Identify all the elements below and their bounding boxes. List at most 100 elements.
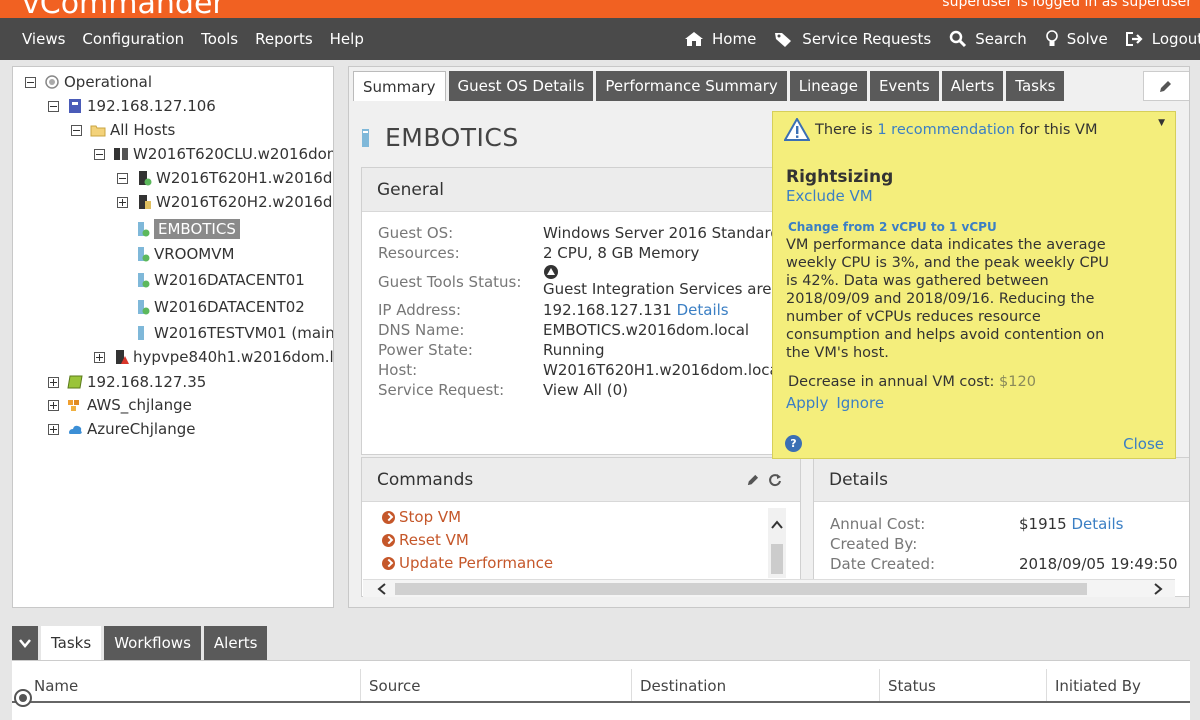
nav-search[interactable]: Search	[949, 30, 1027, 48]
collapse-toggle[interactable]	[117, 172, 128, 184]
tab-summary[interactable]: Summary	[353, 71, 446, 101]
host-warning-icon	[113, 349, 129, 365]
tree-node-host-h1[interactable]: W2016T620H1.w2016dom.local	[117, 166, 333, 190]
vm-icon	[134, 325, 150, 341]
column-header-status[interactable]: Status	[879, 669, 1046, 703]
nav-home[interactable]: Home	[684, 30, 756, 48]
close-link[interactable]: Close	[1123, 435, 1164, 453]
tab-tasks[interactable]: Tasks	[1006, 71, 1065, 101]
collapse-toggle[interactable]	[25, 76, 36, 88]
page-title: EMBOTICS	[361, 123, 519, 152]
tree-node-host-hypvpe[interactable]: hypvpe840h1.w2016dom.local	[94, 345, 333, 369]
ignore-link[interactable]: Ignore	[836, 394, 884, 412]
tab-bottom-tasks[interactable]: Tasks	[41, 626, 102, 660]
tab-guest-os-details[interactable]: Guest OS Details	[448, 71, 594, 101]
arrow-circle-icon	[382, 533, 395, 547]
service-request-link[interactable]: View All (0)	[543, 381, 628, 399]
commands-scrollbar[interactable]	[768, 508, 786, 578]
nav-configuration[interactable]: Configuration	[82, 30, 184, 48]
tree-node-vcenter[interactable]: 192.168.127.106	[48, 94, 216, 118]
expand-toggle[interactable]	[48, 423, 59, 435]
reset-vm-command[interactable]: Reset VM	[382, 531, 469, 549]
cost-decrease-value: $120	[999, 374, 1036, 390]
nav-solve[interactable]: Solve	[1045, 30, 1108, 48]
vm-icon	[134, 299, 150, 315]
commands-section: Commands Stop VM Reset VM Update Perform…	[361, 457, 801, 597]
collapse-panel-button[interactable]	[12, 626, 38, 660]
dns-name-value: EMBOTICS.w2016dom.local	[543, 321, 750, 339]
arrow-circle-icon	[382, 510, 395, 524]
column-header-source[interactable]: Source	[360, 669, 631, 703]
column-header-destination[interactable]: Destination	[631, 669, 879, 703]
annual-cost-value: $1915	[1019, 515, 1067, 533]
tab-alerts[interactable]: Alerts	[941, 71, 1004, 101]
nav-service-requests[interactable]: Service Requests	[774, 30, 931, 48]
user-status: superuser is logged in as superuser	[942, 0, 1192, 10]
details-section: Details Annual Cost: $1915 Details Creat…	[813, 457, 1189, 597]
nav-reports[interactable]: Reports	[255, 30, 313, 48]
update-performance-command[interactable]: Update Performance	[382, 554, 553, 572]
recommendation-title: Rightsizing	[786, 167, 894, 187]
section-title: Details	[814, 458, 1189, 502]
nav-logout[interactable]: Logout	[1125, 30, 1200, 48]
tree-node-cluster[interactable]: W2016T620CLU.w2016dom.local	[94, 142, 333, 166]
logout-icon	[1125, 32, 1143, 46]
tree-node-vm-vroomvm[interactable]: VROOMVM	[134, 242, 234, 266]
tab-events[interactable]: Events	[869, 71, 939, 101]
app-logo: vCommander	[22, 0, 225, 18]
tab-bottom-alerts[interactable]: Alerts	[203, 626, 268, 660]
cost-details-link[interactable]: Details	[1072, 515, 1124, 533]
chevron-up-icon	[771, 520, 783, 529]
recommendation-summary: There is 1 recommendation for this VM	[815, 122, 1098, 138]
tree-node-vm-datacent02[interactable]: W2016DATACENT02	[134, 295, 305, 319]
tree-node-aws[interactable]: AWS_chjlange	[48, 393, 192, 417]
general-section: General Guest OS: Windows Server 2016 St…	[361, 167, 834, 455]
tree-node-vm-embotics[interactable]: EMBOTICS	[134, 217, 240, 241]
help-icon[interactable]: ?	[785, 435, 802, 452]
expand-toggle[interactable]	[94, 351, 105, 363]
pencil-icon[interactable]	[746, 474, 759, 487]
cluster-icon	[113, 146, 129, 162]
tree-node-azure[interactable]: AzureChjlange	[48, 417, 195, 441]
recommendation-count-link[interactable]: 1 recommendation	[877, 122, 1014, 138]
collapse-toggle[interactable]	[48, 100, 59, 112]
folder-icon	[90, 122, 106, 138]
column-header-initiated-by[interactable]: Initiated By	[1046, 669, 1190, 703]
horizontal-scrollbar[interactable]	[363, 579, 1175, 597]
tree-node-host-h2[interactable]: W2016T620H2.w2016dom.local	[117, 190, 333, 214]
brand-bar: vCommander superuser is logged in as sup…	[0, 0, 1200, 18]
tree-node-scvmm[interactable]: 192.168.127.35	[48, 370, 206, 394]
expand-toggle[interactable]	[48, 376, 59, 388]
home-icon	[685, 32, 703, 46]
tab-bottom-workflows[interactable]: Workflows	[104, 626, 201, 660]
nav-views[interactable]: Views	[22, 30, 65, 48]
scrollbar-thumb[interactable]	[395, 583, 1087, 595]
customize-tab-button[interactable]	[1143, 71, 1189, 101]
column-header-name[interactable]: Name	[26, 669, 360, 703]
tree-node-operational[interactable]: Operational	[25, 70, 152, 94]
tree-node-vm-datacent01[interactable]: W2016DATACENT01	[134, 268, 305, 292]
exclude-vm-link[interactable]: Exclude VM	[786, 187, 873, 205]
refresh-icon[interactable]	[768, 473, 782, 487]
nav-tools[interactable]: Tools	[201, 30, 238, 48]
ip-details-link[interactable]: Details	[677, 301, 729, 319]
tree-node-vm-testvm01[interactable]: W2016TESTVM01 (maintenance)	[134, 321, 333, 345]
tasks-table: Name Source Destination Status Initiated…	[12, 660, 1190, 720]
divider	[12, 701, 1190, 703]
nav-help[interactable]: Help	[330, 30, 364, 48]
chevron-down-icon	[19, 639, 31, 648]
main-nav: Views Configuration Tools Reports Help H…	[0, 18, 1200, 60]
alert-triangle-icon	[784, 118, 810, 141]
ip-address-value: 192.168.127.131	[543, 301, 672, 319]
recommendation-description: VM performance data indicates the averag…	[786, 237, 1109, 361]
collapse-toggle[interactable]	[94, 148, 105, 160]
collapse-toggle[interactable]	[71, 124, 82, 136]
tab-lineage[interactable]: Lineage	[789, 71, 867, 101]
expand-toggle[interactable]	[48, 399, 59, 411]
caret-down-icon[interactable]: ▼	[1158, 118, 1165, 128]
stop-vm-command[interactable]: Stop VM	[382, 508, 461, 526]
apply-link[interactable]: Apply	[786, 394, 828, 412]
tab-performance-summary[interactable]: Performance Summary	[596, 71, 787, 101]
tree-node-all-hosts[interactable]: All Hosts	[71, 118, 175, 142]
expand-toggle[interactable]	[117, 196, 128, 208]
